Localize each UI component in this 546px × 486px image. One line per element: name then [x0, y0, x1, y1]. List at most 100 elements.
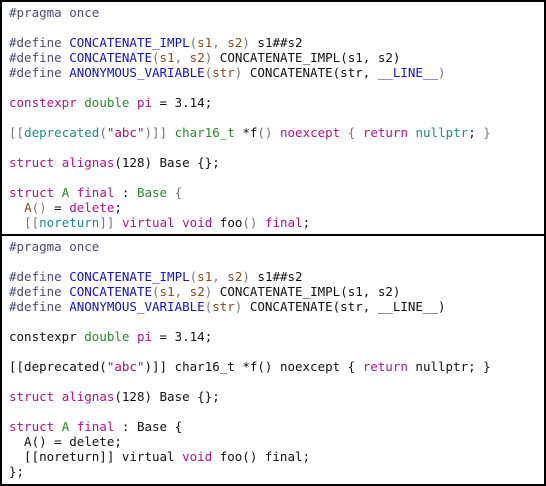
code-token-keyword: noexcept — [280, 125, 341, 140]
code-token-punct: } — [483, 125, 491, 140]
code-token-plain: s1##s2 — [249, 269, 303, 284]
code-token-param: s2 — [227, 269, 243, 284]
code-token-macro: __LINE__ — [377, 65, 439, 80]
code-token-punct: ) — [242, 269, 250, 284]
code-token-keyword: struct — [9, 419, 55, 434]
code-token-plain: *f — [234, 125, 258, 140]
code-token-punct: ]] — [99, 215, 115, 230]
code-line: constexpr double pi = 3.14; — [9, 95, 544, 110]
code-token-plain: (128) Base {}; — [114, 155, 220, 170]
bottom-code-editor[interactable]: #pragma once #define CONCATENATE_IMPL(s1,… — [0, 234, 546, 486]
code-token-punct: () — [242, 215, 258, 230]
top-code-editor[interactable]: #pragma once #define CONCATENATE_IMPL(s1,… — [0, 0, 546, 236]
code-token-keyword: alignas — [61, 155, 115, 170]
code-token-plain: CONCATENATE_IMPL(s1, s2) — [212, 50, 401, 65]
code-token-macro: CONCATENATE_IMPL — [69, 269, 190, 284]
code-token-preprocessor: #define — [9, 299, 70, 314]
code-token-plain: ; — [468, 125, 484, 140]
code-token-builtin: deprecated — [24, 125, 100, 140]
code-token-preprocessor: #define — [9, 35, 70, 50]
code-token-keyword: virtual — [121, 215, 175, 230]
code-token-macro: ANONYMOUS_VARIABLE — [69, 65, 205, 80]
code-line: #define CONCATENATE(s1, s2) CONCATENATE_… — [9, 284, 544, 299]
code-token-punct: ( — [152, 50, 160, 65]
code-token-punct: , — [212, 269, 228, 284]
code-token-type: double — [84, 329, 130, 344]
code-token-plain: CONCATENATE(str, __LINE__) — [242, 299, 446, 314]
code-token-builtin: noreturn — [39, 215, 100, 230]
code-line: #define CONCATENATE(s1, s2) CONCATENATE_… — [9, 50, 544, 65]
code-line: [[noreturn]] virtual void foo() final; — [9, 215, 544, 230]
code-token-keyword: pi — [136, 95, 153, 110]
code-token-preprocessor: #define — [9, 65, 70, 80]
code-token-preprocessor: #define — [9, 269, 70, 284]
code-token-punct: { — [174, 185, 183, 200]
comparison-screen: #pragma once #define CONCATENATE_IMPL(s1,… — [0, 0, 546, 486]
code-token-keyword: pi — [136, 329, 153, 344]
code-token-plain: CONCATENATE(str, — [242, 65, 378, 80]
code-line: [[deprecated("abc")]] char16_t *f() noex… — [9, 359, 544, 374]
code-token-string: "abc" — [106, 125, 145, 140]
code-token-plain: (128) Base {}; — [114, 389, 220, 404]
code-token-punct: () — [257, 125, 273, 140]
code-token-param: s2 — [189, 50, 205, 65]
code-token-preprocessor: #define — [9, 50, 70, 65]
code-line: }; — [9, 464, 544, 479]
code-token-punct: , — [174, 284, 190, 299]
code-token-plain: [[noreturn]] virtual — [9, 449, 183, 464]
code-token-plain: = 3.14; — [152, 95, 213, 110]
code-token-keyword: alignas — [61, 389, 115, 404]
code-token-keyword: struct — [9, 155, 55, 170]
code-token-param: str — [212, 65, 235, 80]
code-token-plain: nullptr; } — [407, 359, 491, 374]
code-token-preprocessor: #pragma once — [9, 239, 100, 254]
code-token-keyword: void — [182, 449, 213, 464]
code-line: #define ANONYMOUS_VARIABLE(str) CONCATEN… — [9, 65, 544, 80]
code-token-keyword: return — [362, 125, 408, 140]
code-line: [[deprecated("abc")]] char16_t *f() noex… — [9, 125, 544, 140]
code-token-punct: , — [174, 50, 190, 65]
code-line: struct alignas(128) Base {}; — [9, 155, 544, 170]
code-token-punct: [[ — [24, 215, 40, 230]
code-token-keyword: final — [76, 419, 115, 434]
code-line: A() = delete; — [9, 434, 544, 449]
code-token-preprocessor: #pragma once — [9, 5, 100, 20]
code-token-punct: ) — [438, 65, 446, 80]
code-token-plain: }; — [9, 464, 25, 479]
code-token-plain: = 3.14; — [152, 329, 213, 344]
code-token-param: str — [212, 299, 235, 314]
code-token-param: A — [24, 200, 32, 215]
code-token-string: "abc" — [106, 359, 145, 374]
code-token-punct: )]] — [144, 125, 168, 140]
code-token-macro: CONCATENATE_IMPL — [69, 35, 190, 50]
code-token-keyword: void — [182, 215, 213, 230]
code-line: #define ANONYMOUS_VARIABLE(str) CONCATEN… — [9, 299, 544, 314]
code-token-keyword: struct — [9, 185, 55, 200]
code-token-keyword: final — [76, 185, 115, 200]
code-token-punct: ) — [242, 35, 250, 50]
code-token-keyword: final — [264, 215, 303, 230]
code-line: #pragma once — [9, 239, 544, 254]
code-line: struct A final : Base { — [9, 185, 544, 200]
code-token-param: s1 — [159, 50, 175, 65]
